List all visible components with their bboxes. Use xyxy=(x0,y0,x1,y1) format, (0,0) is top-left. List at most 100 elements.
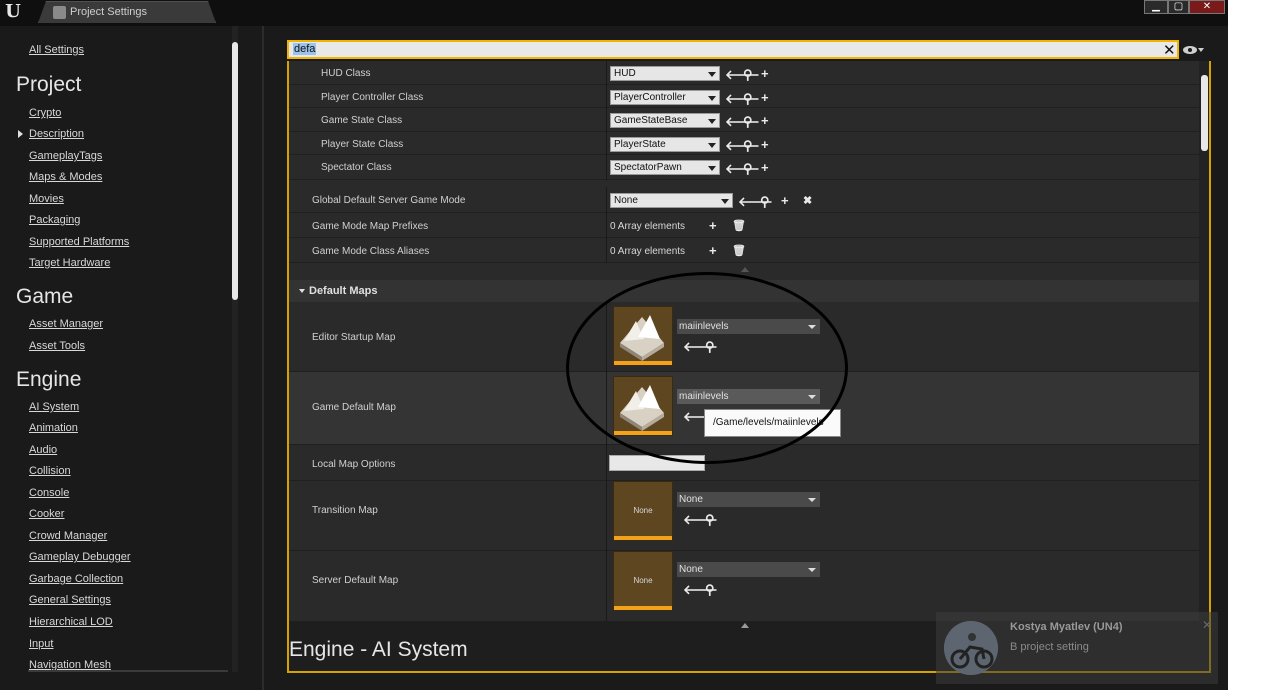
sidebar-item-description[interactable]: Description xyxy=(29,128,84,140)
sidebar-heading-project: Project xyxy=(16,73,82,96)
browse-search-icon[interactable]: ⚲ xyxy=(743,115,753,128)
sidebar-item-maps-modes[interactable]: Maps & Modes xyxy=(29,171,102,183)
sidebar-all-settings[interactable]: All Settings xyxy=(29,44,84,56)
browse-search-icon[interactable]: ⚲ xyxy=(743,162,753,175)
expand-arrow-icon[interactable] xyxy=(18,130,23,138)
array-count: 0 Array elements xyxy=(610,246,686,257)
maximize-button[interactable]: ▢ xyxy=(1168,0,1189,14)
browse-search-icon[interactable]: ⚲ xyxy=(705,340,715,353)
local-map-options-input[interactable] xyxy=(609,455,705,471)
add-plus-icon[interactable]: + xyxy=(781,194,789,207)
property-label: Transition Map xyxy=(312,505,378,516)
sidebar-item-audio[interactable]: Audio xyxy=(29,444,57,456)
browse-search-icon[interactable]: ⚲ xyxy=(705,513,715,526)
collapse-arrow-icon[interactable] xyxy=(741,623,749,628)
sidebar-item-packaging[interactable]: Packaging xyxy=(29,214,80,226)
collapse-arrow-icon[interactable] xyxy=(299,289,305,293)
player-state-combo[interactable]: PlayerState xyxy=(610,137,720,152)
settings-tab-icon xyxy=(53,6,66,19)
sidebar-item-collision[interactable]: Collision xyxy=(29,465,71,477)
hud-class-combo[interactable]: HUD xyxy=(610,66,720,81)
sidebar-item-hierarchical-lod[interactable]: Hierarchical LOD xyxy=(29,616,113,628)
sidebar-item-cooker[interactable]: Cooker xyxy=(29,508,64,520)
collapse-arrow-icon[interactable] xyxy=(741,267,749,272)
property-label: Game Mode Class Aliases xyxy=(312,246,430,257)
sidebar-item-gameplay-debugger[interactable]: Gameplay Debugger xyxy=(29,551,131,563)
sidebar-item-crowd-manager[interactable]: Crowd Manager xyxy=(29,530,107,542)
level-map-icon xyxy=(620,315,664,361)
add-plus-icon[interactable]: + xyxy=(761,114,769,127)
combo-value: None xyxy=(679,564,703,575)
add-plus-icon[interactable]: + xyxy=(709,244,717,257)
game-state-combo[interactable]: GameStateBase xyxy=(610,113,720,128)
property-row-editor-startup-map: Editor Startup Map maiinlevels 🡐 ⚲ xyxy=(289,302,1199,372)
property-label: Server Default Map xyxy=(312,575,399,586)
sidebar-scrollbar[interactable] xyxy=(232,42,238,300)
sidebar-item-console[interactable]: Console xyxy=(29,487,69,499)
details-scrollbar[interactable] xyxy=(1201,75,1208,151)
clear-x-icon[interactable]: ✖ xyxy=(803,195,812,208)
close-icon[interactable]: ✕ xyxy=(1163,41,1176,59)
server-default-map-combo[interactable]: None xyxy=(677,562,820,577)
minimize-button[interactable]: ▁ xyxy=(1144,0,1168,14)
property-row-game-mode-map-prefixes: Game Mode Map Prefixes 0 Array elements … xyxy=(289,213,1199,238)
sidebar-item-general-settings[interactable]: General Settings xyxy=(29,594,111,606)
browse-search-icon[interactable]: ⚲ xyxy=(760,195,770,208)
global-game-mode-combo[interactable]: None xyxy=(610,193,733,208)
property-row-global-default-server-game-mode: Global Default Server Game Mode None 🡐 ⚲… xyxy=(289,187,1199,213)
sidebar-item-ai-system[interactable]: AI System xyxy=(29,401,79,413)
add-plus-icon[interactable]: + xyxy=(709,219,717,232)
add-plus-icon[interactable]: + xyxy=(761,161,769,174)
close-icon[interactable]: ✕ xyxy=(1202,618,1212,632)
tab-label: Project Settings xyxy=(70,6,148,18)
property-label: Spectator Class xyxy=(321,162,392,173)
browse-search-icon[interactable]: ⚲ xyxy=(743,92,753,105)
browse-search-icon[interactable]: ⚲ xyxy=(705,583,715,596)
map-thumbnail[interactable]: None xyxy=(613,481,673,541)
add-plus-icon[interactable]: + xyxy=(761,138,769,151)
editor-startup-map-combo[interactable]: maiinlevels xyxy=(677,319,820,334)
map-thumbnail[interactable] xyxy=(613,306,673,366)
sidebar-item-supported-platforms[interactable]: Supported Platforms xyxy=(29,236,129,248)
close-button[interactable]: ✕ xyxy=(1189,0,1225,14)
thumbnail-none-label: None xyxy=(633,576,653,585)
sidebar-item-target-hardware[interactable]: Target Hardware xyxy=(29,257,110,269)
tab-project-settings[interactable]: Project Settings ✕ xyxy=(38,1,216,23)
search-value[interactable]: defa xyxy=(293,43,317,55)
section-header-default-maps[interactable]: Default Maps xyxy=(289,280,1199,302)
sidebar-item-input[interactable]: Input xyxy=(29,638,53,650)
trash-icon[interactable]: 🗑 xyxy=(732,220,746,233)
browse-search-icon[interactable]: ⚲ xyxy=(743,68,753,81)
sidebar-item-asset-manager[interactable]: Asset Manager xyxy=(29,318,103,330)
view-options-eye-icon[interactable] xyxy=(1183,44,1205,56)
tab-close-icon[interactable]: ✕ xyxy=(235,5,245,19)
game-default-map-combo[interactable]: maiinlevels xyxy=(677,389,820,404)
add-plus-icon[interactable]: + xyxy=(761,67,769,80)
combo-value: maiinlevels xyxy=(679,321,729,332)
combo-value: maiinlevels xyxy=(679,391,729,402)
map-thumbnail[interactable]: None xyxy=(613,551,673,611)
property-row-game-state-class: Game State Class GameStateBase 🡐 ⚲ + xyxy=(289,108,1199,132)
transition-map-combo[interactable]: None xyxy=(677,492,820,507)
sidebar-item-crypto[interactable]: Crypto xyxy=(29,107,61,119)
sidebar-item-asset-tools[interactable]: Asset Tools xyxy=(29,340,85,352)
add-plus-icon[interactable]: + xyxy=(761,91,769,104)
sidebar-item-animation[interactable]: Animation xyxy=(29,422,78,434)
spectator-class-combo[interactable]: SpectatorPawn xyxy=(610,160,720,175)
sidebar-item-garbage-collection[interactable]: Garbage Collection xyxy=(29,573,123,585)
property-row-local-map-options: Local Map Options xyxy=(289,445,1199,481)
chat-notification[interactable]: Kostya Myatlev (UN4) В project setting ✕ xyxy=(936,612,1218,684)
property-row-game-mode-class-aliases: Game Mode Class Aliases 0 Array elements… xyxy=(289,238,1199,263)
section-title: Default Maps xyxy=(309,285,378,297)
trash-icon[interactable]: 🗑 xyxy=(732,245,746,258)
panel-splitter[interactable] xyxy=(262,26,264,690)
settings-search-input[interactable]: defa ✕ xyxy=(287,40,1179,59)
map-thumbnail[interactable] xyxy=(613,376,673,436)
browse-search-icon[interactable]: ⚲ xyxy=(743,139,753,152)
sidebar-divider xyxy=(28,670,228,672)
sidebar-item-gameplaytags[interactable]: GameplayTags xyxy=(29,150,102,162)
player-controller-combo[interactable]: PlayerController xyxy=(610,90,720,105)
combo-value: None xyxy=(614,195,638,206)
unreal-logo-icon[interactable]: U xyxy=(2,1,24,23)
sidebar-item-movies[interactable]: Movies xyxy=(29,193,64,205)
